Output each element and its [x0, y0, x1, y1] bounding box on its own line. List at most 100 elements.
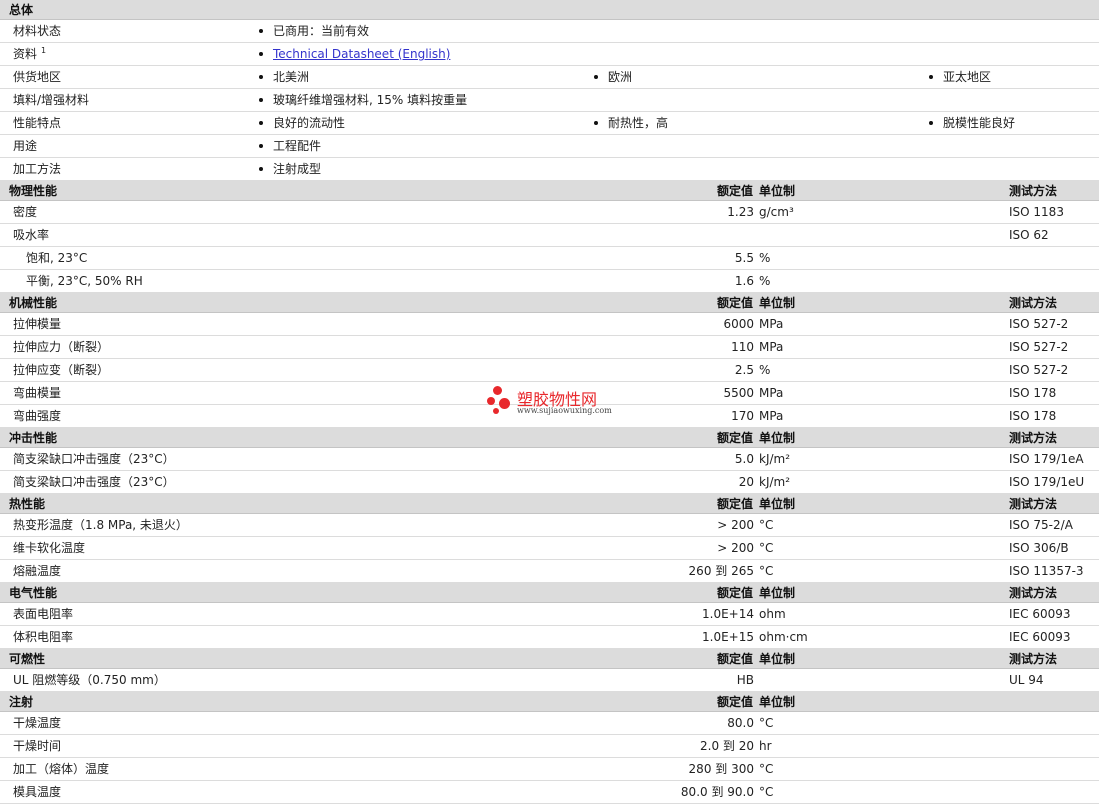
property-row: UL 阻燃等级（0.750 mm） HB UL 94 [0, 669, 1099, 692]
section-title: 机械性能 [9, 296, 58, 310]
general-row: 性能特点 良好的流动性 耐热性，高 脱模性能良好 [0, 112, 1099, 135]
property-name: 资料 1 [13, 43, 46, 66]
column-header-value: 额定值 [716, 695, 753, 709]
item-text: 注射成型 [273, 162, 322, 176]
property-value: 260 到 265 [688, 564, 754, 578]
property-unit: ohm·cm [759, 630, 808, 644]
test-method: IEC 60093 [1009, 630, 1071, 644]
property-unit: °C [759, 785, 774, 799]
property-row: 吸水率 ISO 62 [0, 224, 1099, 247]
property-unit: °C [759, 541, 774, 555]
logo-dot [487, 397, 495, 405]
property-name: 拉伸应变（断裂） [13, 363, 110, 377]
property-item: 脱模性能良好 [929, 112, 1015, 135]
section-title: 总体 [9, 3, 34, 17]
property-row: 密度 1.23 g/cm³ ISO 1183 [0, 201, 1099, 224]
test-method: ISO 11357-3 [1009, 564, 1084, 578]
property-name: UL 阻燃等级（0.750 mm） [13, 673, 166, 687]
section-title: 注射 [9, 695, 34, 709]
property-name: 填料/增强材料 [13, 89, 89, 112]
property-name: 加工（熔体）温度 [13, 762, 110, 776]
section-header: 注射 额定值 单位制 [0, 692, 1099, 712]
section-header: 物理性能 额定值 单位制 测试方法 [0, 181, 1099, 201]
property-value: 2.5 [734, 363, 754, 377]
property-value: 2.0 到 20 [700, 739, 754, 753]
column-header-unit: 单位制 [759, 184, 796, 198]
bullet-icon [259, 166, 263, 171]
property-value: 5500 [723, 386, 754, 400]
bullet-icon [259, 28, 263, 33]
property-name: 简支梁缺口冲击强度（23°C） [13, 475, 175, 489]
test-method: ISO 179/1eA [1009, 452, 1084, 466]
item-text: 欧洲 [608, 70, 633, 84]
bullet-icon [929, 74, 933, 79]
property-row: 平衡, 23°C, 50% RH 1.6% [0, 270, 1099, 293]
item-text: 玻璃纤维增强材料, 15% 填料按重量 [273, 93, 468, 107]
property-name: 简支梁缺口冲击强度（23°C） [13, 452, 175, 466]
section-title: 可燃性 [9, 652, 46, 666]
property-unit: hr [759, 739, 772, 753]
property-name: 弯曲模量 [13, 386, 62, 400]
property-name: 材料状态 [13, 20, 61, 43]
section-header: 可燃性 额定值 单位制 测试方法 [0, 649, 1099, 669]
datasheet-link[interactable]: Technical Datasheet (English) [273, 47, 450, 61]
property-unit: MPa [759, 386, 784, 400]
column-header-method: 测试方法 [1009, 586, 1058, 600]
bullet-icon [929, 120, 933, 125]
column-header-method: 测试方法 [1009, 431, 1058, 445]
column-header-unit: 单位制 [759, 695, 796, 709]
column-header-value: 额定值 [716, 497, 753, 511]
property-unit: MPa [759, 409, 784, 423]
column-header-value: 额定值 [716, 296, 753, 310]
property-value: 1.23 [727, 205, 754, 219]
property-item: 良好的流动性 [259, 112, 345, 135]
general-row: 资料 1 Technical Datasheet (English) [0, 43, 1099, 66]
column-header-unit: 单位制 [759, 652, 796, 666]
test-method: ISO 527-2 [1009, 317, 1069, 331]
test-method: UL 94 [1009, 673, 1044, 687]
section-title: 冲击性能 [9, 431, 58, 445]
column-header-value: 额定值 [716, 652, 753, 666]
property-item: 耐热性，高 [594, 112, 668, 135]
property-row: 干燥温度 80.0 °C [0, 712, 1099, 735]
section-header: 热性能 额定值 单位制 测试方法 [0, 494, 1099, 514]
property-item: 工程配件 [259, 135, 321, 158]
property-value: > 200 [717, 518, 754, 532]
datasheet-link-item[interactable]: Technical Datasheet (English) [259, 43, 450, 66]
property-unit: % [759, 274, 771, 288]
property-name: 平衡, 23°C, 50% RH [26, 274, 143, 288]
test-method: ISO 527-2 [1009, 363, 1069, 377]
property-value: HB [736, 673, 754, 687]
property-name: 热变形温度（1.8 MPa, 未退火） [13, 518, 188, 532]
column-header-unit: 单位制 [759, 431, 796, 445]
property-label: 资料 [13, 47, 38, 61]
property-row: 表面电阻率 1.0E+14 ohm IEC 60093 [0, 603, 1099, 626]
column-header-value: 额定值 [716, 586, 753, 600]
item-text: 北美洲 [273, 70, 310, 84]
property-item: 欧洲 [594, 66, 632, 89]
test-method: ISO 179/1eU [1009, 475, 1085, 489]
property-name: 密度 [13, 205, 38, 219]
property-name: 维卡软化温度 [13, 541, 86, 555]
property-value: 5.0 [734, 452, 754, 466]
section-title: 电气性能 [9, 586, 58, 600]
column-header-value: 额定值 [716, 184, 753, 198]
logo-dot [499, 398, 510, 409]
property-value: 80.0 [727, 716, 754, 730]
item-text: 脱模性能良好 [943, 116, 1016, 130]
section-header: 冲击性能 额定值 单位制 测试方法 [0, 428, 1099, 448]
section-header: 电气性能 额定值 单位制 测试方法 [0, 583, 1099, 603]
property-unit: °C [759, 762, 774, 776]
test-method: ISO 527-2 [1009, 340, 1069, 354]
column-header-unit: 单位制 [759, 296, 796, 310]
property-name: 性能特点 [13, 112, 61, 135]
property-row: 拉伸模量 6000 MPa ISO 527-2 [0, 313, 1099, 336]
property-row: 饱和, 23°C 5.5% [0, 247, 1099, 270]
item-text: 耐热性，高 [608, 116, 669, 130]
property-value: 6000 [723, 317, 754, 331]
property-value: 1.0E+14 [702, 607, 754, 621]
test-method: ISO 178 [1009, 409, 1057, 423]
column-header-unit: 单位制 [759, 497, 796, 511]
property-row: 加工（熔体）温度 280 到 300 °C [0, 758, 1099, 781]
column-header-method: 测试方法 [1009, 184, 1058, 198]
